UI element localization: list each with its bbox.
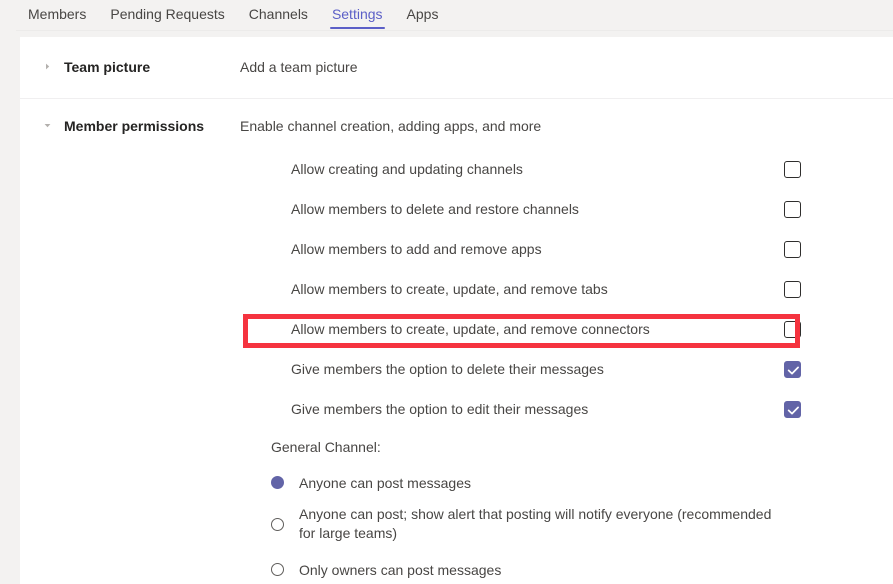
section-description-team-picture: Add a team picture (240, 59, 358, 75)
tab-channels[interactable]: Channels (237, 0, 320, 31)
radio-label: Anyone can post; show alert that posting… (299, 506, 772, 541)
section-member-permissions[interactable]: Member permissions Enable channel creati… (20, 117, 893, 135)
permission-label: Give members the option to delete their … (291, 361, 604, 377)
general-channel-label: General Channel: (271, 439, 381, 455)
permission-checkbox[interactable] (784, 280, 801, 298)
radio-option-anyone-can-post[interactable]: Anyone can post messages (271, 474, 791, 493)
radio-label: Anyone can post messages (299, 475, 471, 491)
permission-row[interactable]: Give members the option to delete their … (271, 355, 820, 383)
section-team-picture[interactable]: Team picture Add a team picture (20, 58, 893, 76)
section-title-team-picture: Team picture (64, 59, 151, 75)
permission-row[interactable]: Give members the option to edit their me… (271, 395, 820, 423)
active-tab-indicator (329, 27, 385, 29)
permission-checkbox[interactable] (784, 160, 801, 178)
radio-button[interactable] (271, 563, 284, 576)
radio-option-only-owners-can-post[interactable]: Only owners can post messages (271, 561, 791, 580)
section-description-member-permissions: Enable channel creation, adding apps, an… (240, 118, 542, 134)
tab-label: Apps (406, 6, 439, 22)
tab-apps[interactable]: Apps (395, 0, 451, 31)
tab-pending-requests[interactable]: Pending Requests (98, 0, 236, 31)
tab-label: Pending Requests (110, 6, 225, 22)
tab-members[interactable]: Members (16, 0, 98, 31)
section-divider (20, 98, 893, 99)
settings-tab-bar: Members Pending Requests Channels Settin… (0, 0, 893, 31)
permission-row-connectors[interactable]: Allow members to create, update, and rem… (271, 315, 820, 343)
permission-checkbox[interactable] (784, 240, 801, 258)
permission-label: Give members the option to edit their me… (291, 401, 589, 417)
chevron-down-icon[interactable] (42, 120, 53, 131)
radio-label: Only owners can post messages (299, 562, 502, 578)
permission-label: Allow members to add and remove apps (291, 241, 542, 257)
permission-row[interactable]: Allow members to delete and restore chan… (271, 195, 820, 223)
tab-bar-divider (16, 30, 893, 31)
permission-row[interactable]: Allow members to add and remove apps (271, 235, 820, 263)
radio-button[interactable] (271, 518, 284, 531)
chevron-right-icon[interactable] (42, 61, 53, 72)
settings-content-card: Team picture Add a team picture Member p… (20, 37, 893, 584)
radio-option-anyone-can-post-with-alert[interactable]: Anyone can post; show alert that posting… (271, 505, 791, 543)
permission-label: Allow creating and updating channels (291, 161, 523, 177)
permission-checkbox[interactable] (784, 200, 801, 218)
permission-label: Allow members to delete and restore chan… (291, 201, 579, 217)
tab-label: Members (28, 6, 87, 22)
tab-settings[interactable]: Settings (320, 0, 395, 31)
permission-row[interactable]: Allow creating and updating channels (271, 155, 820, 183)
permission-row[interactable]: Allow members to create, update, and rem… (271, 275, 820, 303)
permission-label: Allow members to create, update, and rem… (291, 281, 608, 297)
permission-checkbox[interactable] (784, 360, 801, 378)
section-title-member-permissions: Member permissions (64, 118, 205, 134)
permission-checkbox[interactable] (784, 400, 801, 418)
tab-label: Settings (331, 6, 383, 22)
permission-checkbox-connectors[interactable] (784, 320, 801, 338)
radio-button[interactable] (271, 476, 284, 489)
permission-label: Allow members to create, update, and rem… (291, 321, 650, 337)
tab-label: Channels (248, 6, 308, 22)
